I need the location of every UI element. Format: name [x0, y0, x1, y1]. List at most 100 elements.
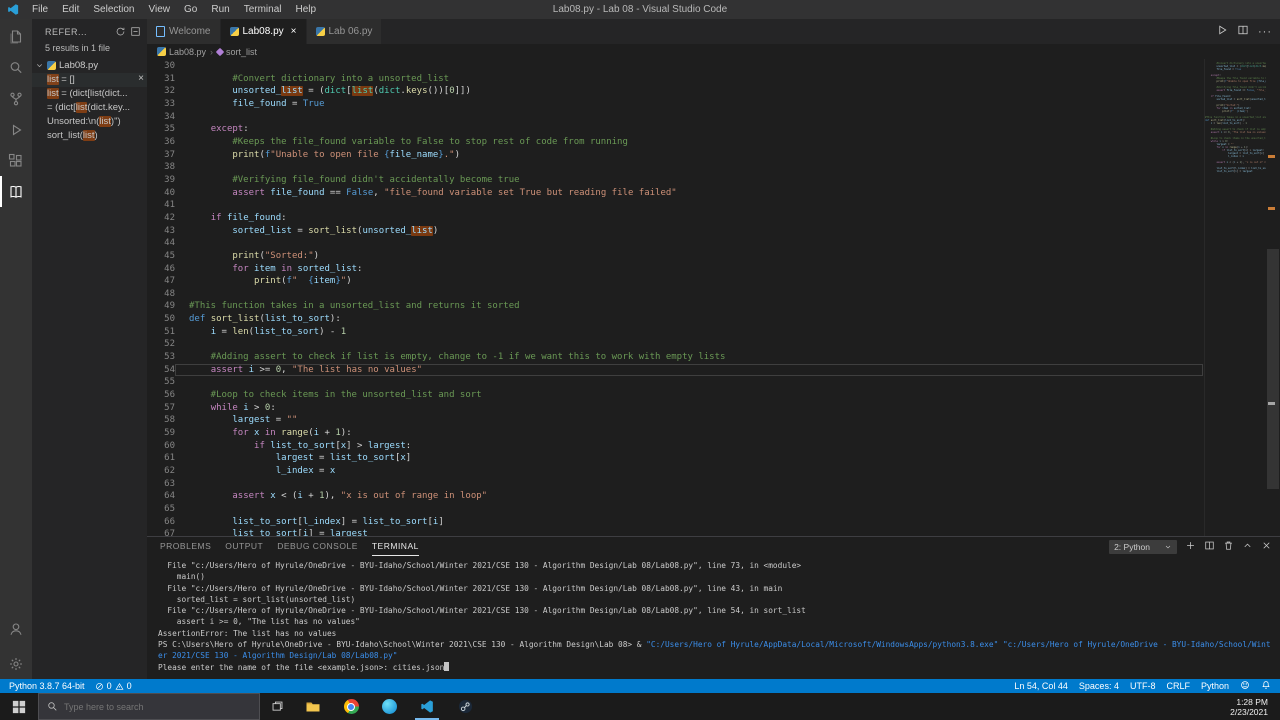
panel-tab-debug-console[interactable]: DEBUG CONSOLE	[277, 537, 358, 556]
kill-terminal-icon[interactable]	[1223, 538, 1234, 556]
line-number[interactable]: 40	[147, 187, 175, 200]
tab-welcome[interactable]: Welcome	[147, 19, 221, 44]
code-line[interactable]: 45 print("Sorted:")	[147, 250, 1203, 263]
collapse-all-icon[interactable]	[130, 26, 141, 37]
notifications-bell-icon[interactable]	[1261, 680, 1271, 692]
settings-gear-icon[interactable]	[0, 648, 32, 679]
menu-terminal[interactable]: Terminal	[237, 0, 289, 19]
file-explorer-button[interactable]	[294, 693, 332, 720]
minimap[interactable]: #Convert dictionary into a unsorted_list…	[1204, 59, 1266, 536]
code-line[interactable]: 43 sorted_list = sort_list(unsorted_list…	[147, 225, 1203, 238]
line-number[interactable]: 36	[147, 136, 175, 149]
code-line[interactable]: 40 assert file_found == False, "file_fou…	[147, 187, 1203, 200]
line-number[interactable]: 58	[147, 414, 175, 427]
result-item[interactable]: = (dict[list(dict.key...	[32, 101, 147, 115]
tab-lab-06.py[interactable]: Lab 06.py	[306, 19, 383, 44]
breadcrumb-item[interactable]: Lab08.py	[157, 47, 206, 57]
code-line[interactable]: 34	[147, 111, 1203, 124]
editor-scrollbar[interactable]	[1266, 59, 1280, 536]
line-number[interactable]: 45	[147, 250, 175, 263]
line-number[interactable]: 53	[147, 351, 175, 364]
line-number[interactable]: 62	[147, 465, 175, 478]
code-line[interactable]: 31 #Convert dictionary into a unsorted_l…	[147, 73, 1203, 86]
line-number[interactable]: 66	[147, 516, 175, 529]
line-number[interactable]: 35	[147, 123, 175, 136]
indentation-item[interactable]: Spaces: 4	[1079, 681, 1119, 691]
close-tab-icon[interactable]: ×	[291, 26, 297, 37]
code-line[interactable]: 44	[147, 237, 1203, 250]
close-panel-icon[interactable]	[1261, 538, 1272, 556]
code-line[interactable]: 30	[147, 60, 1203, 73]
code-line[interactable]: 35 except:	[147, 123, 1203, 136]
split-terminal-icon[interactable]	[1204, 538, 1215, 556]
code-line[interactable]: 64 assert x < (i + 1), "x is out of rang…	[147, 490, 1203, 503]
line-number[interactable]: 64	[147, 490, 175, 503]
line-number[interactable]: 38	[147, 161, 175, 174]
tab-lab08.py[interactable]: Lab08.py ×	[220, 19, 307, 44]
code-editor[interactable]: 30 31 #Convert dictionary into a unsorted…	[147, 59, 1280, 536]
code-line[interactable]: 62 l_index = x	[147, 465, 1203, 478]
line-number[interactable]: 65	[147, 503, 175, 516]
code-line[interactable]: 50 def sort_list(list_to_sort):	[147, 313, 1203, 326]
line-number[interactable]: 44	[147, 237, 175, 250]
new-terminal-icon[interactable]	[1185, 538, 1196, 556]
line-number[interactable]: 51	[147, 326, 175, 339]
problems-item[interactable]: 0 0	[95, 681, 132, 691]
code-line[interactable]: 33 file_found = True	[147, 98, 1203, 111]
maximize-panel-icon[interactable]	[1242, 538, 1253, 556]
code-line[interactable]: 39 #Verifying file_found didn't accident…	[147, 174, 1203, 187]
code-line[interactable]: 49 #This function takes in a unsorted_lis…	[147, 300, 1203, 313]
explorer-icon[interactable]	[0, 21, 32, 52]
taskbar-search[interactable]	[38, 693, 260, 720]
terminal-output[interactable]: File "c:/Users/Hero of Hyrule/OneDrive -…	[147, 556, 1280, 679]
eol-item[interactable]: CRLF	[1166, 681, 1190, 691]
code-line[interactable]: 32 unsorted_list = (dict[list(dict.keys(…	[147, 85, 1203, 98]
code-line[interactable]: 47 print(f" {item}")	[147, 275, 1203, 288]
taskbar-clock[interactable]: 1:28 PM 2/23/2021	[1230, 693, 1280, 720]
line-number[interactable]: 41	[147, 199, 175, 212]
breadcrumb-item[interactable]: sort_list	[215, 47, 257, 57]
code-line[interactable]: 59 for x in range(i + 1):	[147, 427, 1203, 440]
cursor-position-item[interactable]: Ln 54, Col 44	[1014, 681, 1068, 691]
line-number[interactable]: 33	[147, 98, 175, 111]
line-number[interactable]: 67	[147, 528, 175, 536]
panel-tab-terminal[interactable]: TERMINAL	[371, 537, 419, 556]
task-view-button[interactable]	[260, 693, 294, 720]
search-input[interactable]	[64, 701, 234, 712]
line-number[interactable]: 54	[147, 364, 175, 377]
code-line[interactable]: 63	[147, 478, 1203, 491]
line-number[interactable]: 55	[147, 376, 175, 389]
line-number[interactable]: 43	[147, 225, 175, 238]
line-number[interactable]: 60	[147, 440, 175, 453]
line-number[interactable]: 37	[147, 149, 175, 162]
code-line[interactable]: 56 #Loop to check items in the unsorted_…	[147, 389, 1203, 402]
result-file-row[interactable]: Lab08.py	[32, 58, 147, 73]
source-control-icon[interactable]	[0, 83, 32, 114]
edge-button[interactable]	[370, 693, 408, 720]
code-line[interactable]: 60 if list_to_sort[x] > largest:	[147, 440, 1203, 453]
line-number[interactable]: 63	[147, 478, 175, 491]
run-file-icon[interactable]	[1216, 23, 1228, 41]
dismiss-result-icon[interactable]: ×	[138, 73, 144, 86]
result-item[interactable]: sort_list(list)	[32, 129, 147, 143]
result-item[interactable]: Unsorted:\n(list)")	[32, 115, 147, 129]
line-number[interactable]: 30	[147, 60, 175, 73]
extensions-icon[interactable]	[0, 145, 32, 176]
code-line[interactable]: 55	[147, 376, 1203, 389]
code-line[interactable]: 41	[147, 199, 1203, 212]
line-number[interactable]: 47	[147, 275, 175, 288]
menu-file[interactable]: File	[25, 0, 55, 19]
line-number[interactable]: 50	[147, 313, 175, 326]
line-number[interactable]: 39	[147, 174, 175, 187]
line-number[interactable]: 59	[147, 427, 175, 440]
code-line[interactable]: 53 #Adding assert to check if list is em…	[147, 351, 1203, 364]
vscode-button[interactable]	[408, 693, 446, 720]
line-number[interactable]: 52	[147, 338, 175, 351]
line-number[interactable]: 56	[147, 389, 175, 402]
refresh-icon[interactable]	[115, 26, 126, 37]
code-line[interactable]: 61 largest = list_to_sort[x]	[147, 452, 1203, 465]
code-line[interactable]: 37 print(f"Unable to open file {file_nam…	[147, 149, 1203, 162]
code-line[interactable]: 36 #Keeps the file_found variable to Fal…	[147, 136, 1203, 149]
line-number[interactable]: 34	[147, 111, 175, 124]
line-number[interactable]: 32	[147, 85, 175, 98]
